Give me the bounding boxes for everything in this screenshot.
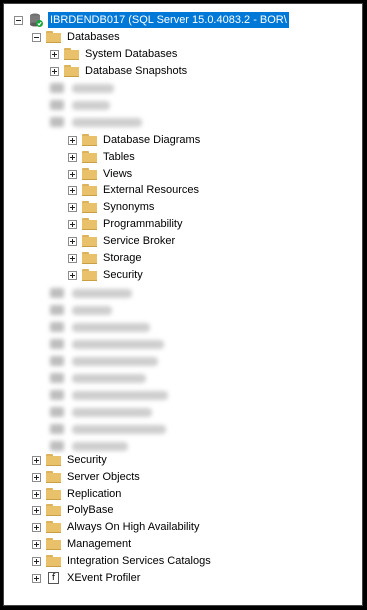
folder-icon xyxy=(82,151,97,163)
tree-node-server-objects[interactable]: Server Objects xyxy=(32,469,140,485)
folder-icon xyxy=(82,235,97,247)
folder-icon xyxy=(82,184,97,196)
tree-node-database-snapshots[interactable]: Database Snapshots xyxy=(50,63,187,79)
folder-icon xyxy=(82,134,97,146)
folder-icon xyxy=(46,504,61,516)
redacted-database-row xyxy=(50,114,142,130)
redacted-database-row xyxy=(50,370,146,386)
tree-node-label: Service Broker xyxy=(103,235,176,247)
tree-node-label: Views xyxy=(103,168,133,180)
expand-icon[interactable] xyxy=(50,49,59,59)
expand-icon[interactable] xyxy=(68,185,77,195)
tree-node-replication[interactable]: Replication xyxy=(32,486,121,502)
redacted-database-row xyxy=(50,285,132,301)
expand-icon[interactable] xyxy=(68,219,77,229)
folder-icon xyxy=(46,488,61,500)
redacted-database-row xyxy=(50,80,114,96)
tree-node-external-resources[interactable]: External Resources xyxy=(68,182,199,198)
expand-icon[interactable] xyxy=(68,152,77,162)
object-explorer-tree: IBRDENDB017 (SQL Server 15.0.4083.2 - BO… xyxy=(4,4,362,605)
tree-node-label: Server Objects xyxy=(67,471,140,483)
tree-node-label: Database Diagrams xyxy=(103,134,201,146)
tree-node-system-databases[interactable]: System Databases xyxy=(50,46,177,62)
tree-node-label: Management xyxy=(67,538,132,550)
tree-node-server-security[interactable]: Security xyxy=(32,452,107,468)
redacted-database-row xyxy=(50,319,150,335)
tree-node-service-broker[interactable]: Service Broker xyxy=(68,233,175,249)
tree-node-databases[interactable]: Databases xyxy=(32,29,120,45)
tree-node-database-diagrams[interactable]: Database Diagrams xyxy=(68,132,200,148)
folder-icon xyxy=(46,555,61,567)
tree-node-polybase[interactable]: PolyBase xyxy=(32,502,113,518)
expand-icon[interactable] xyxy=(32,522,41,532)
expand-icon[interactable] xyxy=(68,135,77,145)
tree-node-label: Security xyxy=(67,454,107,466)
tree-node-synonyms[interactable]: Synonyms xyxy=(68,199,154,215)
folder-icon xyxy=(82,252,97,264)
expand-icon[interactable] xyxy=(32,489,41,499)
expand-icon[interactable] xyxy=(32,539,41,549)
tree-node-label: PolyBase xyxy=(67,504,114,516)
folder-icon xyxy=(46,454,61,466)
expand-icon[interactable] xyxy=(68,202,77,212)
tree-node-label: System Databases xyxy=(85,48,178,60)
tree-node-always-on[interactable]: Always On High Availability xyxy=(32,519,199,535)
folder-icon xyxy=(82,218,97,230)
tree-node-label: Always On High Availability xyxy=(67,521,200,533)
redacted-database-row xyxy=(50,353,158,369)
tree-node-views[interactable]: Views xyxy=(68,166,132,182)
object-explorer-panel: IBRDENDB017 (SQL Server 15.0.4083.2 - BO… xyxy=(3,3,363,606)
redacted-database-row xyxy=(50,302,112,318)
redacted-database-row xyxy=(50,404,152,420)
redacted-database-row xyxy=(50,387,168,403)
folder-icon xyxy=(82,269,97,281)
folder-icon xyxy=(46,538,61,550)
tree-node-integration-services[interactable]: Integration Services Catalogs xyxy=(32,553,211,569)
redacted-database-row xyxy=(50,421,166,437)
tree-node-management[interactable]: Management xyxy=(32,536,131,552)
expand-icon[interactable] xyxy=(32,472,41,482)
tree-node-label: XEvent Profiler xyxy=(67,572,141,584)
tree-node-server[interactable]: IBRDENDB017 (SQL Server 15.0.4083.2 - BO… xyxy=(14,12,289,28)
folder-icon xyxy=(64,65,79,77)
tree-node-label: Databases xyxy=(67,31,120,43)
tree-node-tables[interactable]: Tables xyxy=(68,149,135,165)
tree-node-label: Programmability xyxy=(103,218,183,230)
collapse-icon[interactable] xyxy=(32,32,41,42)
expand-icon[interactable] xyxy=(68,236,77,246)
expand-icon[interactable] xyxy=(32,455,41,465)
folder-icon xyxy=(46,471,61,483)
tree-node-label: Storage xyxy=(103,252,142,264)
expand-icon[interactable] xyxy=(32,573,41,583)
redacted-database-row xyxy=(50,336,164,352)
tree-node-storage[interactable]: Storage xyxy=(68,250,142,266)
expand-icon[interactable] xyxy=(68,169,77,179)
tree-node-label: External Resources xyxy=(103,184,199,196)
folder-icon xyxy=(46,521,61,533)
sql-server-icon xyxy=(28,12,44,28)
folder-icon xyxy=(46,31,61,43)
expand-icon[interactable] xyxy=(68,270,77,280)
collapse-icon[interactable] xyxy=(14,15,23,25)
tree-node-label: Security xyxy=(103,269,143,281)
tree-node-database-security[interactable]: Security xyxy=(68,267,143,283)
folder-icon xyxy=(82,168,97,180)
expand-icon[interactable] xyxy=(32,505,41,515)
folder-icon xyxy=(82,201,97,213)
redacted-database-row xyxy=(50,97,110,113)
tree-node-label: Database Snapshots xyxy=(85,65,188,77)
tree-node-label: Tables xyxy=(103,151,135,163)
expand-icon[interactable] xyxy=(32,556,41,566)
tree-node-programmability[interactable]: Programmability xyxy=(68,216,182,232)
tree-node-label: Integration Services Catalogs xyxy=(67,555,211,567)
folder-icon xyxy=(64,48,79,60)
xevent-profiler-icon: f xyxy=(48,572,59,584)
tree-node-label: Replication xyxy=(67,488,122,500)
server-name-label: IBRDENDB017 (SQL Server 15.0.4083.2 - BO… xyxy=(48,12,289,28)
expand-icon[interactable] xyxy=(50,66,59,76)
expand-icon[interactable] xyxy=(68,253,77,263)
tree-node-label: Synonyms xyxy=(103,201,155,213)
tree-node-xevent-profiler[interactable]: f XEvent Profiler xyxy=(32,570,140,586)
